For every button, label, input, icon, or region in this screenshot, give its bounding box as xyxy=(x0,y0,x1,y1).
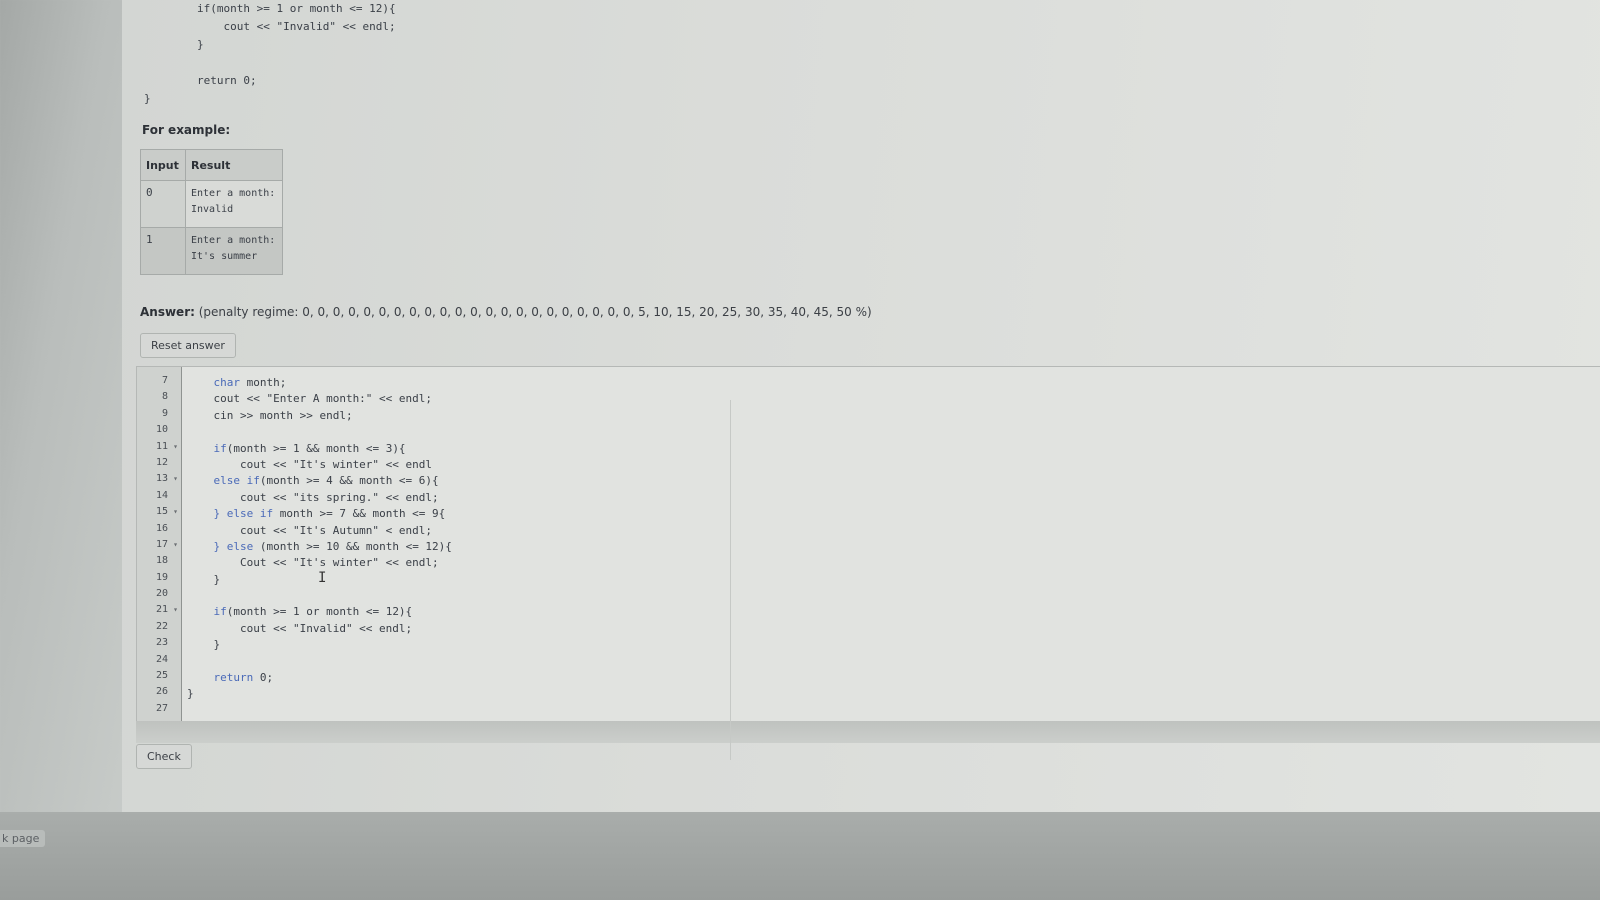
code-line: } xyxy=(144,38,204,51)
code-editor[interactable]: 7 8 9 10 11 ▾ 12 13 ▾ 14 15 ▾ 16 17 ▾ 18 19 … xyxy=(136,366,1600,722)
input-cell: 0 xyxy=(140,180,186,228)
line-number: 8 xyxy=(161,391,168,403)
question-code-snippet: if(month >= 1 or month <= 12){ cout << "… xyxy=(144,0,396,108)
line-number: 17 ▾ xyxy=(137,537,181,553)
code-line[interactable]: } xyxy=(187,686,452,702)
text-cursor-icon: I xyxy=(318,570,327,586)
result-line: Enter a month: xyxy=(191,188,276,199)
line-number: 25 xyxy=(155,670,168,682)
line-number: 15 ▾ xyxy=(137,504,181,520)
code-line: if(month >= 1 or month <= 12){ xyxy=(144,2,396,15)
table-header-row: Input Result xyxy=(140,149,283,181)
line-number: 7 xyxy=(161,375,168,386)
line-number: 16 xyxy=(155,522,168,534)
code-line: cout << "Invalid" << endl; xyxy=(144,20,396,33)
answer-heading: Answer: (penalty regime: 0, 0, 0, 0, 0, … xyxy=(140,305,872,319)
keyword-token: return xyxy=(213,671,254,685)
result-line: Enter a month: xyxy=(191,235,276,246)
keyword-token: char xyxy=(213,376,241,389)
code-line: } xyxy=(144,92,151,105)
answer-label: Answer: xyxy=(140,305,195,319)
table-row: 0 Enter a month: Invalid xyxy=(140,180,283,228)
line-number: 27 xyxy=(155,702,168,714)
code-line[interactable] xyxy=(187,424,452,440)
line-number: 24 xyxy=(155,653,168,665)
line-number: 10 xyxy=(155,424,168,436)
line-number: 21 ▾ xyxy=(137,602,181,618)
code-editor-content[interactable]: char month; cout << "Enter A month:" << … xyxy=(187,375,452,719)
result-line: Invalid xyxy=(191,204,234,215)
code-line[interactable]: if(month >= 1 or month <= 12){ xyxy=(187,604,452,620)
for-example-heading: For example: xyxy=(142,123,231,137)
code-line[interactable]: } else if month >= 7 && month <= 9{ xyxy=(187,506,452,522)
line-number: 26 xyxy=(155,686,168,698)
code-line[interactable]: cout << "It's Autumn" < endl; xyxy=(187,523,452,539)
line-number: 9 xyxy=(161,407,168,419)
column-header-result: Result xyxy=(185,149,283,181)
check-button[interactable]: Check xyxy=(136,744,192,769)
fold-arrow-icon[interactable]: ▾ xyxy=(173,537,178,553)
line-number: 19 xyxy=(155,571,168,583)
code-line[interactable]: return 0; xyxy=(187,670,452,686)
fold-arrow-icon[interactable]: ▾ xyxy=(173,471,178,487)
screen-bottom-area xyxy=(0,812,1600,900)
code-line[interactable]: if(month >= 1 && month <= 3){ xyxy=(187,441,452,457)
result-line: It's summer xyxy=(191,251,258,262)
side-nav-link[interactable]: k page xyxy=(0,830,46,847)
code-line[interactable]: } xyxy=(187,637,452,653)
fold-arrow-icon[interactable]: ▾ xyxy=(173,439,178,455)
input-cell: 1 xyxy=(140,227,186,275)
table-row: 1 Enter a month: It's summer xyxy=(140,227,283,275)
keyword-token: else if xyxy=(213,474,260,488)
keyword-token: if xyxy=(213,441,227,455)
reset-answer-button[interactable]: Reset answer xyxy=(140,333,236,358)
code-line: return 0; xyxy=(144,74,257,87)
code-line[interactable] xyxy=(187,703,452,719)
penalty-regime-text: (penalty regime: 0, 0, 0, 0, 0, 0, 0, 0,… xyxy=(198,305,872,319)
line-number: 13 ▾ xyxy=(137,471,181,487)
line-number: 11 ▾ xyxy=(137,439,181,455)
line-number: 14 xyxy=(155,489,168,501)
line-number: 23 xyxy=(155,637,168,649)
line-number: 22 xyxy=(155,620,168,632)
code-line[interactable] xyxy=(187,654,452,670)
result-cell: Enter a month: Invalid xyxy=(185,180,283,228)
code-line[interactable]: } else (month >= 10 && month <= 12){ xyxy=(187,539,452,555)
code-line[interactable]: cout << "its spring." << endl; xyxy=(187,490,452,506)
keyword-token: if xyxy=(213,605,227,619)
example-table: Input Result 0 Enter a month: Invalid 1 … xyxy=(140,149,283,275)
editor-column-divider xyxy=(730,400,731,760)
code-line[interactable]: cout << "Invalid" << endl; xyxy=(187,621,452,637)
code-line[interactable]: cout << "Enter A month:" << endl; xyxy=(187,391,452,407)
line-number: 20 xyxy=(155,588,168,600)
code-line[interactable]: cin >> month >> endl; xyxy=(187,408,452,424)
code-line[interactable]: cout << "It's winter" << endl xyxy=(187,457,452,473)
line-number-gutter: 7 8 9 10 11 ▾ 12 13 ▾ 14 15 ▾ 16 17 ▾ 18 19 … xyxy=(137,367,182,722)
line-number: 18 xyxy=(155,555,168,567)
code-line[interactable]: char month; xyxy=(187,375,452,391)
line-number: 12 xyxy=(155,456,168,468)
code-line[interactable] xyxy=(187,588,452,604)
result-cell: Enter a month: It's summer xyxy=(185,227,283,275)
keyword-token: } else if xyxy=(213,507,274,521)
fold-arrow-icon[interactable]: ▾ xyxy=(173,504,178,520)
column-header-input: Input xyxy=(140,149,186,181)
code-line[interactable]: else if(month >= 4 && month <= 6){ xyxy=(187,473,452,489)
fold-arrow-icon[interactable]: ▾ xyxy=(173,602,178,618)
keyword-token: } else xyxy=(213,539,254,553)
editor-resize-bar[interactable] xyxy=(136,721,1600,743)
